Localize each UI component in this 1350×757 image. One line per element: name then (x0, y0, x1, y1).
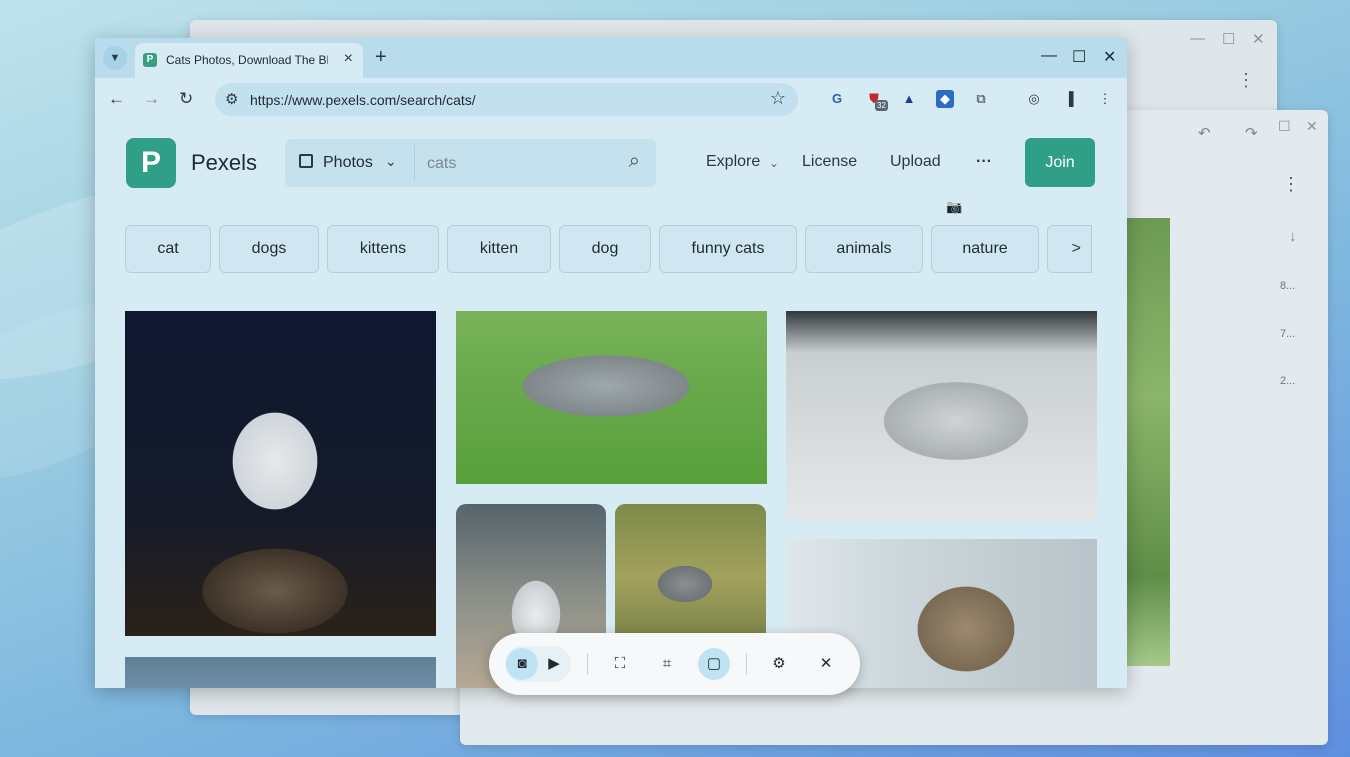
close-icon[interactable]: ✕ (810, 648, 842, 680)
tab-close-icon[interactable]: × (344, 50, 353, 68)
new-tab-button[interactable]: + (375, 46, 387, 69)
photo-partial[interactable] (125, 657, 436, 688)
tab-search-icon[interactable]: ▼ (103, 46, 127, 70)
pexels-logo[interactable]: P (126, 138, 176, 188)
chevron-down-icon[interactable]: ⌄ (385, 153, 397, 170)
sidebar-text: 2... (1280, 375, 1295, 387)
extension-badge: 32 (875, 100, 888, 111)
background-photo-strip (1127, 218, 1170, 666)
tag-chip[interactable]: dogs (219, 225, 319, 273)
chevron-down-icon[interactable]: ⌄ (769, 156, 779, 170)
shield-extension-icon[interactable]: ⛊32 (865, 90, 883, 108)
tab-cats-photos[interactable]: P Cats Photos, Download The BE × (135, 43, 363, 78)
camera-icon[interactable]: ◙ (506, 648, 538, 680)
join-button[interactable]: Join (1025, 138, 1095, 187)
page-content: P Pexels Photos ⌄ ⌕ Explore ⌄ License Up… (95, 122, 1127, 688)
undo-icon[interactable]: ↶ (1198, 124, 1211, 142)
nav-explore[interactable]: Explore (706, 153, 760, 171)
site-info-icon[interactable]: ⚙ (225, 90, 238, 108)
search-icon[interactable]: ⌕ (629, 150, 640, 173)
tab-title: Cats Photos, Download The BE (166, 53, 328, 67)
maximize-icon[interactable]: ☐ (1222, 30, 1235, 48)
tag-chip[interactable]: nature (931, 225, 1039, 273)
window-capture-icon[interactable]: ▢ (698, 648, 730, 680)
browser-window: ▼ P Cats Photos, Download The BE × + — ☐… (95, 38, 1127, 688)
toolbar-divider (746, 653, 747, 675)
redo-icon[interactable]: ↷ (1245, 124, 1258, 142)
chips-next-button[interactable]: > (1047, 225, 1092, 273)
photo-kittens-on-grass[interactable] (456, 311, 767, 484)
photo-white-kitten[interactable] (125, 311, 436, 636)
sidebar-text: 8... (1280, 280, 1295, 292)
close-window-button[interactable]: ✕ (1103, 47, 1116, 67)
close-icon[interactable]: ✕ (1252, 30, 1265, 48)
address-bar[interactable]: ⚙ https://www.pexels.com/search/cats/ ☆ (215, 83, 798, 116)
search-divider (414, 145, 415, 181)
kebab-menu-icon[interactable]: ⋮ (1237, 70, 1255, 91)
browser-menu-icon[interactable]: ⋮ (1096, 90, 1114, 108)
maximize-button[interactable]: ☐ (1072, 47, 1086, 67)
square-extension-icon[interactable]: ◆ (936, 90, 954, 108)
tag-chip[interactable]: cat (125, 225, 211, 273)
toolbar-divider (587, 653, 588, 675)
pexels-favicon-icon: P (143, 53, 157, 67)
back-button[interactable]: ← (108, 89, 125, 109)
settings-icon[interactable]: ⚙ (763, 648, 795, 680)
browser-toolbar: ← → ↻ ⚙ https://www.pexels.com/search/ca… (95, 78, 1127, 122)
performance-icon[interactable]: ◎ (1025, 90, 1043, 108)
close-icon[interactable]: ✕ (1306, 118, 1318, 135)
translate-extension-icon[interactable]: G (828, 90, 846, 108)
search-bar: Photos ⌄ ⌕ (285, 139, 656, 187)
tag-chip[interactable]: dog (559, 225, 651, 273)
minimize-button[interactable]: — (1041, 47, 1057, 65)
image-icon (299, 154, 313, 168)
screen-capture-toolbar: ◙ ▶ ⛶ ⌗ ▢ ⚙ ✕ (489, 633, 860, 695)
bookmark-star-icon[interactable]: ☆ (770, 88, 786, 109)
more-menu-icon[interactable]: ··· (976, 153, 992, 171)
video-icon[interactable]: ▶ (538, 648, 570, 680)
camera-cursor-icon: 📷 (946, 199, 962, 215)
forward-button[interactable]: → (143, 89, 160, 109)
photo-cat-paws[interactable] (786, 311, 1097, 519)
search-input[interactable] (425, 151, 609, 177)
maximize-icon[interactable]: ☐ (1278, 118, 1291, 135)
nav-license[interactable]: License (802, 153, 857, 171)
tag-chip[interactable]: kittens (327, 225, 439, 273)
reload-button[interactable]: ↻ (179, 89, 193, 109)
sidebar-text: 7... (1280, 328, 1295, 340)
extensions-puzzle-icon[interactable]: ⧉ (972, 90, 990, 108)
search-type-label[interactable]: Photos (323, 154, 373, 172)
minimize-icon[interactable]: — (1190, 30, 1205, 47)
partial-capture-icon[interactable]: ⌗ (651, 648, 683, 680)
brand-name[interactable]: Pexels (191, 150, 257, 176)
download-arrow-icon[interactable]: ↓ (1289, 228, 1297, 245)
tab-strip: ▼ P Cats Photos, Download The BE × + — ☐… (95, 38, 1127, 78)
tag-chip[interactable]: animals (805, 225, 923, 273)
url-text[interactable]: https://www.pexels.com/search/cats/ (250, 92, 476, 108)
fullscreen-capture-icon[interactable]: ⛶ (604, 648, 636, 680)
tag-chip[interactable]: funny cats (659, 225, 797, 273)
side-panel-icon[interactable]: ▐ (1060, 90, 1078, 108)
triangle-extension-icon[interactable]: ▲ (900, 90, 918, 108)
tag-chip[interactable]: kitten (447, 225, 551, 273)
kebab-menu-icon[interactable]: ⋮ (1282, 174, 1300, 195)
nav-upload[interactable]: Upload (890, 153, 941, 171)
